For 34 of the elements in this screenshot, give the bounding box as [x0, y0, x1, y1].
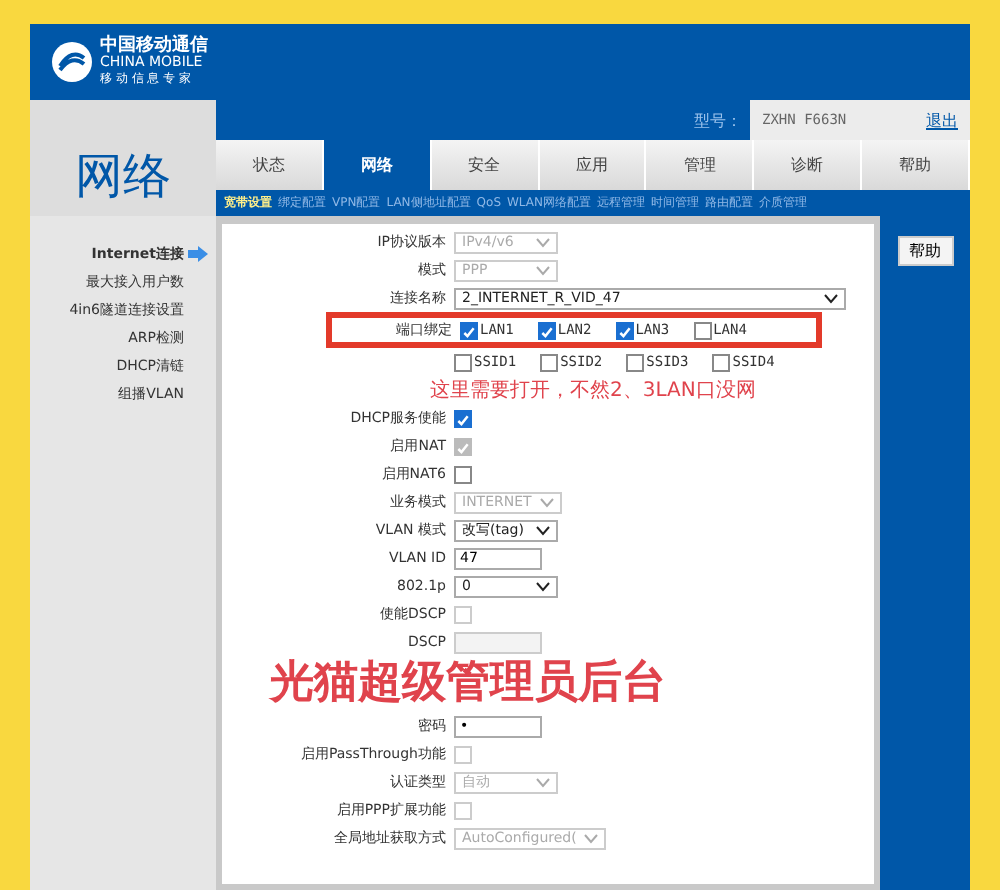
caret-icon	[536, 265, 550, 275]
overlay-caption: 光猫超级管理员后台	[270, 658, 666, 710]
logout-link[interactable]: 退出	[926, 109, 958, 131]
caret-icon	[536, 581, 550, 591]
checkbox[interactable]	[540, 353, 559, 371]
checkbox[interactable]	[454, 353, 472, 371]
nav-tab[interactable]: 帮助	[862, 140, 971, 190]
checkbox[interactable]	[454, 465, 472, 483]
brand-name: 中国移动通信	[100, 38, 208, 56]
checkbox[interactable]	[460, 321, 478, 339]
page-title: 网络	[73, 146, 173, 208]
nav-tab[interactable]: 安全	[431, 140, 540, 190]
nav-tab[interactable]: 应用	[539, 140, 647, 190]
caret-icon	[536, 777, 550, 787]
nav-tab[interactable]: 管理	[646, 140, 755, 190]
nav-tab[interactable]: 诊断	[754, 140, 863, 190]
nav-tab[interactable]: 状态	[216, 140, 324, 190]
arrow-icon	[188, 246, 208, 262]
model-label: 型号：	[694, 109, 742, 131]
logo-icon	[50, 40, 94, 84]
checkbox[interactable]	[454, 409, 472, 427]
annotation-note: 这里需要打开，不然2、3LAN口没网	[430, 377, 756, 404]
checkbox[interactable]	[712, 353, 731, 371]
caret-icon	[536, 525, 550, 535]
checkbox[interactable]	[693, 321, 712, 339]
checkbox[interactable]	[537, 321, 556, 339]
caret-icon	[539, 497, 554, 507]
caret-icon	[536, 237, 550, 247]
checkbox[interactable]	[626, 353, 645, 371]
checkbox[interactable]	[615, 321, 634, 339]
nav-tab[interactable]: 网络	[323, 140, 432, 190]
caret-icon	[584, 833, 599, 843]
help-button[interactable]: 帮助	[897, 236, 953, 266]
caret-icon	[824, 293, 838, 303]
